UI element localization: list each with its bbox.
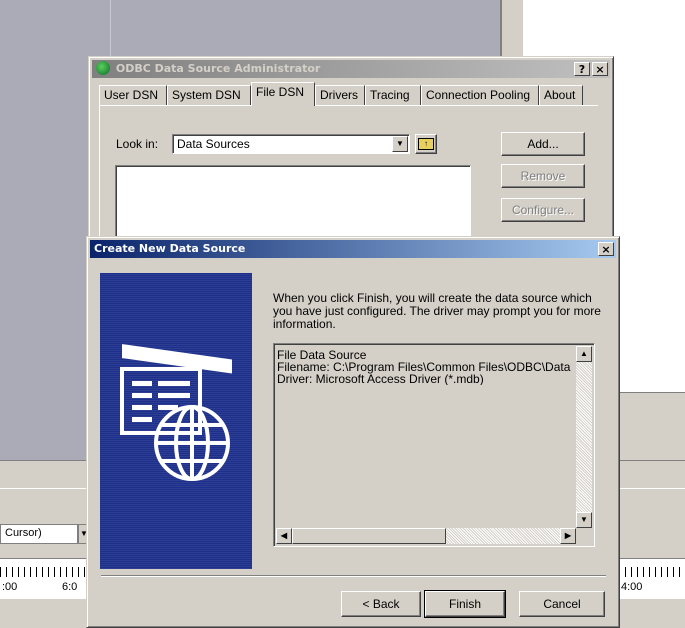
odbc-administrator-window: ODBC Data Source Administrator ? × User … [88, 56, 614, 256]
vertical-scrollbar[interactable]: ▲ ▼ [576, 346, 592, 528]
wizard-title-bar[interactable]: Create New Data Source × [90, 240, 616, 258]
window-title: ODBC Data Source Administrator [115, 62, 321, 75]
tab-tracing[interactable]: Tracing [365, 85, 421, 105]
cursor-combo[interactable]: Cursor) [0, 524, 78, 544]
remove-button[interactable]: Remove [501, 164, 585, 188]
tab-file-dsn[interactable]: File DSN [251, 82, 315, 106]
tab-drivers[interactable]: Drivers [315, 85, 365, 105]
add-button[interactable]: Add... [501, 132, 585, 156]
look-in-combo[interactable]: Data Sources ▼ [172, 134, 410, 154]
timeline-ruler-right: 4:00 [619, 558, 685, 599]
close-button[interactable]: × [598, 242, 614, 256]
separator [101, 575, 606, 577]
back-button[interactable]: < Back [341, 591, 421, 617]
chevron-down-icon[interactable]: ▼ [392, 136, 408, 152]
scroll-left-icon[interactable]: ◀ [276, 528, 292, 544]
finish-button[interactable]: Finish [424, 590, 506, 618]
tab-about[interactable]: About [539, 85, 583, 105]
tab-connection-pooling[interactable]: Connection Pooling [421, 85, 539, 105]
look-in-label: Look in: [116, 137, 159, 151]
timeline-ruler-left: :00 6:0 [0, 558, 92, 599]
window-title: Create New Data Source [94, 242, 246, 255]
help-button[interactable]: ? [574, 62, 590, 76]
close-button[interactable]: × [592, 62, 608, 76]
wizard-graphic [100, 273, 252, 569]
ruler-label: :00 [2, 581, 18, 593]
tab-system-dsn[interactable]: System DSN [167, 85, 251, 105]
ruler-label: 6:0 [62, 581, 78, 593]
configure-button[interactable]: Configure... [501, 198, 585, 222]
summary-text: File Data Source Filename: C:\Program Fi… [277, 349, 571, 385]
odbc-title-bar[interactable]: ODBC Data Source Administrator ? × [92, 60, 610, 78]
folder-up-icon: ↑ [418, 138, 434, 150]
summary-box[interactable]: File Data Source Filename: C:\Program Fi… [273, 343, 595, 547]
ruler-label: 4:00 [621, 581, 643, 593]
scroll-down-icon[interactable]: ▼ [576, 512, 592, 528]
create-new-data-source-dialog: Create New Data Source × When you click … [86, 236, 620, 628]
ruler-ticks [619, 567, 685, 577]
scroll-up-icon[interactable]: ▲ [576, 346, 592, 362]
data-source-globe-icon [120, 344, 232, 481]
scroll-thumb[interactable] [292, 528, 446, 544]
wizard-description: When you click Finish, you will create t… [273, 291, 601, 331]
tab-user-dsn[interactable]: User DSN [99, 85, 167, 105]
scroll-right-icon[interactable]: ▶ [560, 528, 576, 544]
horizontal-scrollbar[interactable]: ◀ ▶ [276, 528, 576, 544]
odbc-app-icon [96, 61, 110, 75]
ruler-ticks [0, 567, 92, 577]
up-folder-button[interactable]: ↑ [415, 134, 437, 154]
summary-line: Driver: Microsoft Access Driver (*.mdb) [277, 372, 484, 385]
background-right-panel [619, 392, 685, 459]
cancel-button[interactable]: Cancel [519, 591, 605, 617]
look-in-value: Data Sources [177, 137, 250, 151]
